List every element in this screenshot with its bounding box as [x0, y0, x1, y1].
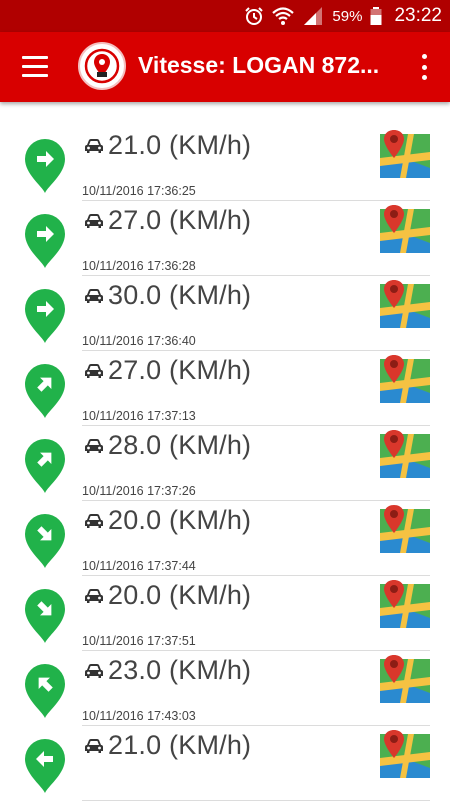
- timestamp: 10/11/2016 17:37:13: [82, 409, 196, 423]
- battery-percent: 59%: [332, 7, 363, 25]
- list-item[interactable]: 20.0 (KM/h) 10/11/2016 17:37:44: [0, 501, 450, 576]
- timestamp: 10/11/2016 17:43:03: [82, 709, 196, 723]
- speed-value: 27.0 (KM/h): [108, 205, 252, 235]
- car-icon: [85, 288, 103, 303]
- direction-pin-icon: [25, 439, 65, 493]
- speed-reading: 27.0 (KM/h): [84, 205, 251, 236]
- car-icon: [85, 738, 103, 753]
- status-icons: 59% 23:22: [244, 0, 442, 32]
- direction-pin-icon: [25, 139, 65, 193]
- speed-reading: 20.0 (KM/h): [84, 505, 251, 536]
- wifi-icon: [272, 7, 295, 25]
- car-icon: [85, 663, 103, 678]
- map-icon[interactable]: [380, 278, 430, 328]
- timestamp: 10/11/2016 17:37:51: [82, 634, 196, 648]
- direction-pin-icon: [25, 664, 65, 718]
- speed-reading: 21.0 (KM/h): [84, 730, 251, 761]
- map-icon[interactable]: [380, 128, 430, 178]
- speed-value: 21.0 (KM/h): [108, 730, 252, 760]
- car-icon: [85, 138, 103, 153]
- list-item[interactable]: 30.0 (KM/h) 10/11/2016 17:36:40: [0, 276, 450, 351]
- app-bar: Vitesse: LOGAN 872...: [0, 32, 450, 102]
- car-icon: [85, 588, 103, 603]
- hamburger-menu-icon[interactable]: [22, 56, 48, 78]
- car-icon: [85, 513, 103, 528]
- map-icon[interactable]: [380, 353, 430, 403]
- direction-pin-icon: [25, 739, 65, 793]
- speed-value: 27.0 (KM/h): [108, 355, 252, 385]
- page-title: Vitesse: LOGAN 872...: [138, 52, 380, 78]
- list-item[interactable]: 21.0 (KM/h) 10/11/2016 17:36:25: [0, 126, 450, 201]
- timestamp: 10/11/2016 17:37:44: [82, 559, 196, 573]
- location-pin-logo-icon: [84, 48, 120, 84]
- list-item[interactable]: 28.0 (KM/h) 10/11/2016 17:37:26: [0, 426, 450, 501]
- alarm-icon: [245, 7, 264, 25]
- speed-value: 30.0 (KM/h): [108, 280, 252, 310]
- speed-reading: 27.0 (KM/h): [84, 355, 251, 386]
- list-item[interactable]: 20.0 (KM/h) 10/11/2016 17:37:51: [0, 576, 450, 651]
- clock: 23:22: [394, 5, 442, 26]
- speed-value: 20.0 (KM/h): [108, 505, 252, 535]
- car-icon: [85, 363, 103, 378]
- direction-pin-icon: [25, 364, 65, 418]
- map-icon[interactable]: [380, 428, 430, 478]
- signal-icon: [304, 7, 323, 25]
- direction-pin-icon: [25, 589, 65, 643]
- timestamp: 10/11/2016 17:37:26: [82, 484, 196, 498]
- list-item[interactable]: 27.0 (KM/h) 10/11/2016 17:37:13: [0, 351, 450, 426]
- app-logo: [78, 42, 126, 90]
- list-item[interactable]: 27.0 (KM/h) 10/11/2016 17:36:28: [0, 201, 450, 276]
- timestamp: 10/11/2016 17:36:40: [82, 334, 196, 348]
- speed-value: 28.0 (KM/h): [108, 430, 252, 460]
- speed-reading: 30.0 (KM/h): [84, 280, 251, 311]
- car-icon: [85, 438, 103, 453]
- speed-reading: 28.0 (KM/h): [84, 430, 251, 461]
- list-item[interactable]: 23.0 (KM/h) 10/11/2016 17:43:03: [0, 651, 450, 726]
- direction-pin-icon: [25, 289, 65, 343]
- battery-icon: [370, 7, 382, 25]
- speed-value: 20.0 (KM/h): [108, 580, 252, 610]
- map-icon[interactable]: [380, 653, 430, 703]
- speed-reading: 20.0 (KM/h): [84, 580, 251, 611]
- car-icon: [85, 213, 103, 228]
- timestamp: 10/11/2016 17:36:25: [82, 184, 196, 198]
- direction-pin-icon: [25, 214, 65, 268]
- speed-value: 21.0 (KM/h): [108, 130, 252, 160]
- direction-pin-icon: [25, 514, 65, 568]
- more-options-icon[interactable]: [420, 54, 428, 80]
- map-icon[interactable]: [380, 203, 430, 253]
- speed-reading: 21.0 (KM/h): [84, 130, 251, 161]
- map-icon[interactable]: [380, 578, 430, 628]
- status-bar: 59% 23:22: [0, 0, 450, 32]
- speed-reading: 23.0 (KM/h): [84, 655, 251, 686]
- speed-history-list: 21.0 (KM/h) 10/11/2016 17:36:25 27.0 (KM…: [0, 126, 450, 801]
- speed-value: 23.0 (KM/h): [108, 655, 252, 685]
- map-icon[interactable]: [380, 503, 430, 553]
- list-item[interactable]: 21.0 (KM/h): [0, 726, 450, 801]
- timestamp: 10/11/2016 17:36:28: [82, 259, 196, 273]
- map-icon[interactable]: [380, 728, 430, 778]
